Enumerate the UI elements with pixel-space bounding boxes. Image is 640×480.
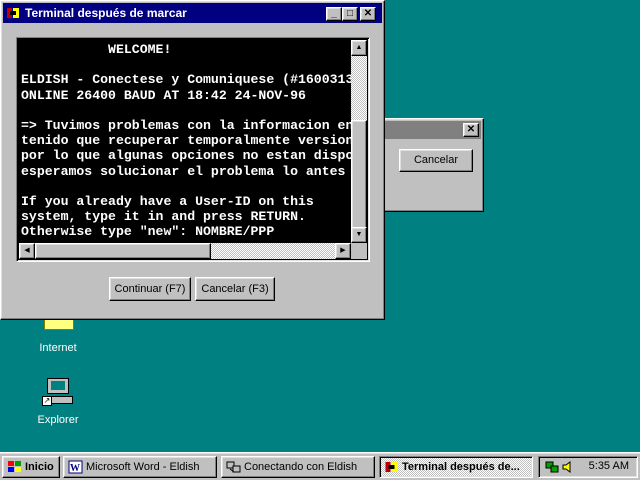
scroll-down-icon[interactable]: ▼ [351, 227, 367, 243]
svg-text:W: W [70, 463, 80, 474]
terminal-line: ONLINE 26400 BAUD AT 18:42 24-NOV-96 [21, 87, 306, 103]
terminal-line: por lo que algunas opciones no estan dis… [21, 148, 353, 164]
continue-button[interactable]: Continuar (F7) [109, 277, 191, 301]
terminal-app-icon [7, 8, 19, 18]
desktop-icon-explorer[interactable]: ↗ Explorer [22, 376, 94, 426]
desktop-icon-label: Internet [39, 342, 77, 354]
desktop-icon-label: Explorer [37, 414, 79, 426]
terminal-output: WELCOME! ELDISH - Conectese y Comuniques… [21, 42, 353, 245]
taskbar-item-terminal[interactable]: Terminal después de... [379, 456, 533, 478]
terminal-line: ELDISH - Conectese y Comuniquese (#16003… [21, 72, 353, 88]
maximize-button[interactable]: □ [342, 7, 358, 21]
vertical-scroll-thumb[interactable] [351, 120, 367, 230]
network-icon[interactable] [545, 460, 559, 474]
terminal-line: => Tuvimos problemas con la informacion … [21, 118, 353, 134]
word-icon: W [68, 460, 83, 474]
terminal-line: system, type it in and press RETURN. [21, 209, 306, 225]
computer-icon: ↗ [41, 376, 75, 410]
close-icon[interactable]: ✕ [463, 123, 479, 137]
taskbar-item-word[interactable]: W Microsoft Word - Eldish [63, 456, 217, 478]
clock[interactable]: 5:35 AM [589, 460, 629, 472]
dialup-icon [226, 461, 241, 473]
taskbar-item-label: Terminal después de... [402, 461, 520, 473]
scroll-up-icon[interactable]: ▲ [351, 40, 367, 56]
vertical-scrollbar[interactable]: ▲ ▼ [351, 40, 367, 243]
background-dialog: ✕ Cancelar [380, 118, 484, 212]
windows-logo-icon [8, 461, 21, 472]
scroll-right-icon[interactable]: ▶ [335, 243, 351, 259]
system-tray: 5:35 AM [538, 456, 638, 478]
background-cancel-button[interactable]: Cancelar [399, 149, 473, 172]
cancel-button[interactable]: Cancelar (F3) [195, 277, 275, 301]
close-button[interactable]: ✕ [360, 7, 376, 21]
terminal-line: If you already have a User-ID on this [21, 194, 314, 210]
terminal-app-icon [385, 462, 398, 472]
taskbar-item-label: Microsoft Word - Eldish [86, 461, 200, 473]
terminal-line: tenido que recuperar temporalmente versi… [21, 133, 353, 149]
terminal-screen[interactable]: WELCOME! ELDISH - Conectese y Comuniques… [16, 37, 370, 262]
taskbar-item-label: Conectando con Eldish [244, 461, 358, 473]
volume-icon[interactable] [561, 460, 575, 474]
start-button[interactable]: Inicio [2, 456, 60, 478]
minimize-button[interactable]: _ [326, 7, 342, 21]
horizontal-scroll-thumb[interactable] [35, 243, 211, 259]
terminal-window: Terminal después de marcar _ □ ✕ WELCOME… [0, 0, 385, 320]
start-label: Inicio [25, 461, 54, 473]
terminal-line: WELCOME! [21, 42, 172, 57]
horizontal-scrollbar[interactable]: ◀ ▶ [19, 243, 351, 259]
taskbar: Inicio W Microsoft Word - Eldish Conecta… [0, 452, 640, 480]
scroll-left-icon[interactable]: ◀ [19, 243, 35, 259]
scrollbar-corner [351, 243, 367, 259]
terminal-line: esperamos solucionar el problema lo ante… [21, 163, 346, 179]
window-titlebar[interactable]: Terminal después de marcar _ □ ✕ [3, 3, 382, 23]
terminal-line: Otherwise type "new": NOMBRE/PPP [21, 224, 275, 240]
window-title: Terminal después de marcar [25, 6, 187, 20]
taskbar-item-conectando[interactable]: Conectando con Eldish [221, 456, 375, 478]
